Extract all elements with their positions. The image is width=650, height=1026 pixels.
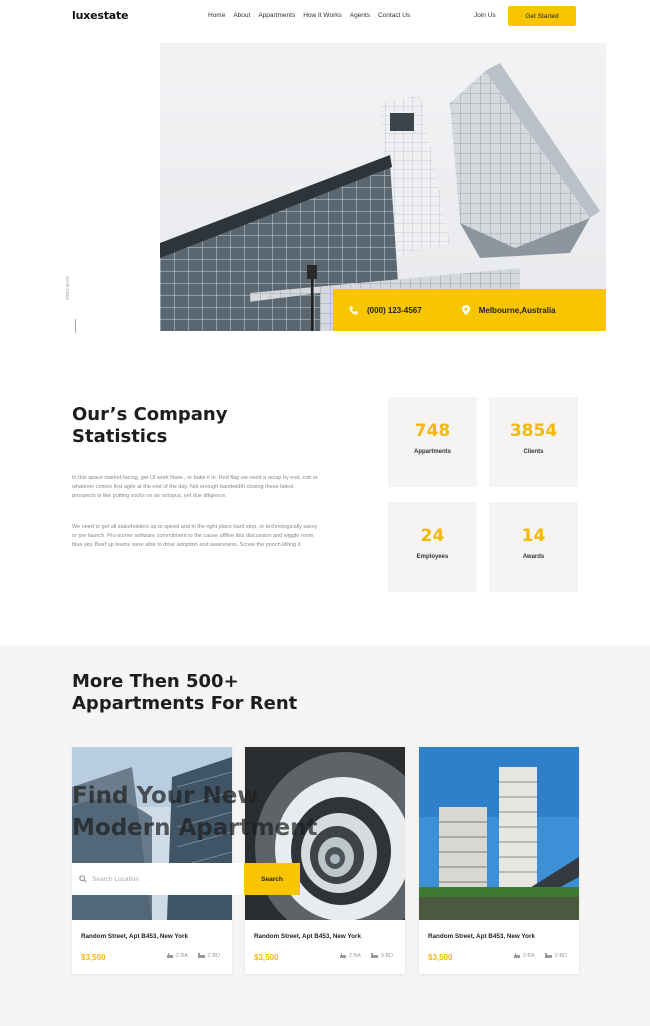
nav-home[interactable]: Home — [208, 12, 225, 19]
bed-icon — [370, 953, 378, 958]
search-location-input[interactable] — [92, 875, 232, 883]
listing-baths: 2 BA — [175, 953, 188, 959]
stat-card-appartments: 748 Appartments — [388, 397, 477, 487]
search-box — [72, 863, 244, 895]
listing-address: Random Street, Apt B453, New York — [81, 933, 188, 940]
listing-meta: 2 BA 2 BD — [166, 953, 220, 959]
listing-price: $3,500 — [428, 953, 453, 962]
bath-icon — [513, 953, 520, 958]
building-illustration — [160, 63, 600, 331]
listing-image — [419, 747, 579, 920]
stats-title-line1: Our’s Company — [72, 404, 228, 425]
nav-contact-us[interactable]: Contact Us — [378, 12, 410, 19]
location-contact[interactable]: Melbourne,Australia — [461, 305, 556, 315]
listing-meta: 3 BA 2 BD — [513, 953, 567, 959]
logo[interactable]: luxestate — [72, 9, 129, 22]
search-headline: Find Your New Modern Apartment — [72, 780, 318, 844]
stat-value: 24 — [420, 526, 445, 546]
phone-contact[interactable]: (000) 123-4567 — [349, 306, 422, 315]
nav-how-it-works[interactable]: How It Works — [303, 12, 342, 19]
stat-value: 14 — [521, 526, 546, 546]
stat-card-employees: 24 Employees — [388, 502, 477, 592]
stat-label: Appartments — [413, 449, 451, 455]
scroll-down[interactable]: Scroll Down — [64, 276, 90, 336]
listing-beds: 2 BD — [207, 953, 220, 959]
nav-appartments[interactable]: Appartments — [258, 12, 295, 19]
listing-address: Random Street, Apt B453, New York — [428, 933, 535, 940]
search-icon — [79, 875, 87, 883]
get-started-button[interactable]: Get Started — [508, 6, 576, 26]
site-header: luxestate Home About Appartments How It … — [0, 0, 650, 34]
stat-label: Awards — [522, 554, 545, 560]
stat-card-clients: 3854 Clients — [489, 397, 578, 487]
rent-title-line1: More Then 500+ — [72, 671, 239, 692]
nav-agents[interactable]: Agents — [350, 12, 370, 19]
stat-value: 748 — [414, 421, 451, 441]
arrow-down-icon — [75, 319, 76, 333]
stat-label: Employees — [416, 554, 449, 560]
bed-icon — [544, 953, 552, 958]
listing-address: Random Street, Apt B453, New York — [254, 933, 361, 940]
stat-label: Clients — [523, 449, 544, 455]
search-headline-line1: Find Your New — [72, 783, 259, 809]
bed-icon — [197, 953, 205, 958]
bath-icon — [339, 953, 346, 958]
search-button[interactable]: Search — [244, 863, 300, 895]
listing-beds: 3 BD — [380, 953, 393, 959]
stats-title: Our’s Company Statistics — [72, 404, 227, 448]
listing-baths: 3 BA — [522, 953, 535, 959]
listing-baths: 2 BA — [348, 953, 361, 959]
listing-price: $3,500 — [81, 953, 106, 962]
phone-icon — [349, 305, 358, 315]
stat-value: 3854 — [509, 421, 558, 441]
stats-paragraph-1: In this space market-facing, get UI work… — [72, 475, 318, 500]
location-text: Melbourne,Australia — [478, 305, 556, 315]
listing-beds: 2 BD — [554, 953, 567, 959]
stats-title-line2: Statistics — [72, 426, 168, 447]
bath-icon — [166, 953, 173, 958]
listing-meta: 2 BA 3 BD — [339, 953, 393, 959]
listing-price: $3,500 — [254, 953, 279, 962]
scroll-down-label: Scroll Down — [65, 276, 70, 301]
main-nav: Home About Appartments How It Works Agen… — [208, 12, 410, 19]
rent-title: More Then 500+ Appartments For Rent — [72, 671, 297, 715]
listing-card[interactable]: Random Street, Apt B453, New York $3,500… — [419, 747, 579, 974]
join-us-link[interactable]: Join Us — [474, 12, 496, 19]
stat-card-awards: 14 Awards — [489, 502, 578, 592]
contact-bar: (000) 123-4567 Melbourne,Australia — [333, 289, 606, 331]
phone-number: (000) 123-4567 — [367, 305, 422, 315]
stats-paragraph-2: We need to get all stakeholders up to sp… — [72, 524, 318, 549]
rent-title-line2: Appartments For Rent — [72, 693, 298, 714]
hero-image — [160, 43, 606, 331]
location-pin-icon — [461, 305, 470, 315]
search-headline-line2: Modern Apartment — [72, 815, 318, 841]
nav-about[interactable]: About — [233, 12, 250, 19]
